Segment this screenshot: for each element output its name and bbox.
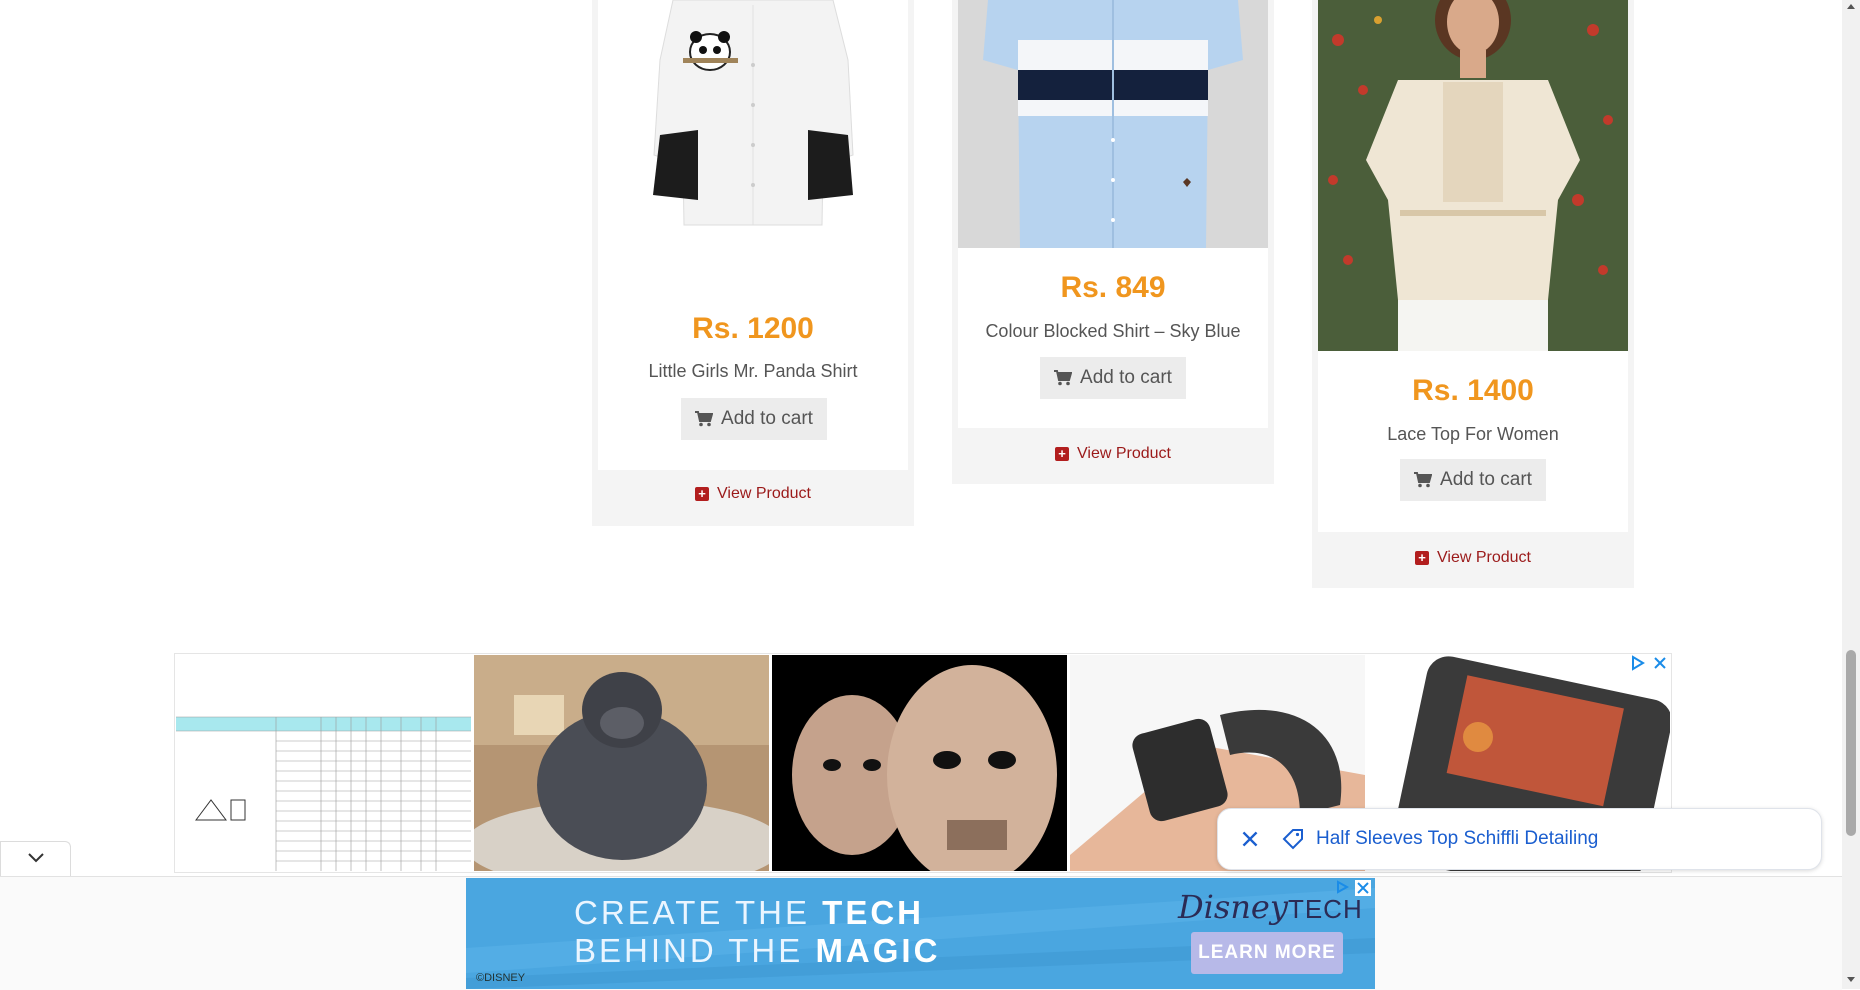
product-card: Rs. 1400 Lace Top For Women Add to cart … <box>1312 0 1634 588</box>
scrollbar-track[interactable] <box>1842 0 1860 989</box>
ad-tile-gorilla[interactable] <box>474 655 769 871</box>
collapse-ad-tab[interactable] <box>0 841 71 876</box>
ad-close-icon[interactable] <box>1652 655 1668 671</box>
product-card: Rs. 849 Colour Blocked Shirt – Sky Blue … <box>952 0 1274 484</box>
product-card-body: Rs. 1400 Lace Top For Women Add to cart <box>1318 0 1628 532</box>
scrollbar-thumb[interactable] <box>1846 650 1856 836</box>
plus-square-icon: + <box>1415 551 1429 565</box>
ad-close-icon[interactable] <box>1355 880 1371 896</box>
product-image-lace-top[interactable] <box>1318 0 1628 351</box>
learn-more-button[interactable]: LEARN MORE <box>1191 932 1343 974</box>
banner-headline-line1: CREATE THE TECH <box>574 894 924 931</box>
suggestion-pill[interactable]: Half Sleeves Top Schiffli Detailing <box>1217 808 1822 870</box>
scroll-down-arrow-icon[interactable] <box>1846 974 1856 984</box>
product-card-body: Rs. 1200 Little Girls Mr. Panda Shirt Ad… <box>598 0 908 470</box>
plus-square-icon: + <box>1055 447 1069 461</box>
scroll-up-arrow-icon[interactable] <box>1846 2 1856 12</box>
close-icon[interactable] <box>1238 827 1262 851</box>
plus-square-icon: + <box>695 487 709 501</box>
view-product-label: View Product <box>1077 445 1171 462</box>
ad-tile-spec-table[interactable] <box>176 655 471 871</box>
product-price: Rs. 849 <box>1060 271 1166 304</box>
product-image-panda-shirt[interactable] <box>598 0 908 280</box>
cart-icon <box>695 411 714 427</box>
chevron-down-icon <box>28 853 44 863</box>
suggestion-text[interactable]: Half Sleeves Top Schiffli Detailing <box>1316 828 1598 850</box>
product-card: Rs. 1200 Little Girls Mr. Panda Shirt Ad… <box>592 0 914 526</box>
cart-icon <box>1414 472 1433 488</box>
add-to-cart-label: Add to cart <box>721 408 813 429</box>
ad-choices-icon[interactable] <box>1630 655 1646 671</box>
add-to-cart-button[interactable]: Add to cart <box>1400 459 1546 501</box>
ad-choices-icon[interactable] <box>1335 880 1349 894</box>
product-name[interactable]: Little Girls Mr. Panda Shirt <box>598 361 908 382</box>
cart-icon <box>1054 370 1073 386</box>
product-name[interactable]: Lace Top For Women <box>1318 424 1628 445</box>
tag-icon <box>1282 829 1303 850</box>
view-product-label: View Product <box>717 485 811 502</box>
product-price: Rs. 1200 <box>692 312 814 345</box>
view-product-label: View Product <box>1437 549 1531 566</box>
product-name[interactable]: Colour Blocked Shirt – Sky Blue <box>958 321 1268 342</box>
add-to-cart-label: Add to cart <box>1080 367 1172 388</box>
view-product-link[interactable]: + View Product <box>592 470 914 518</box>
disney-tech-banner-ad[interactable]: CREATE THE TECH BEHIND THE MAGIC DisneyT… <box>466 878 1375 989</box>
ad-tile-masks[interactable] <box>772 655 1067 871</box>
product-card-body: Rs. 849 Colour Blocked Shirt – Sky Blue … <box>958 0 1268 428</box>
view-product-link[interactable]: + View Product <box>952 430 1274 478</box>
product-price: Rs. 1400 <box>1412 374 1534 407</box>
add-to-cart-button[interactable]: Add to cart <box>681 398 827 440</box>
banner-copyright: ©DISNEY <box>476 972 526 984</box>
banner-headline-line2: BEHIND THE MAGIC <box>574 932 941 969</box>
view-product-link[interactable]: + View Product <box>1312 534 1634 582</box>
product-image-sky-blue-shirt[interactable] <box>958 0 1268 248</box>
add-to-cart-button[interactable]: Add to cart <box>1040 357 1186 399</box>
add-to-cart-label: Add to cart <box>1440 469 1532 490</box>
